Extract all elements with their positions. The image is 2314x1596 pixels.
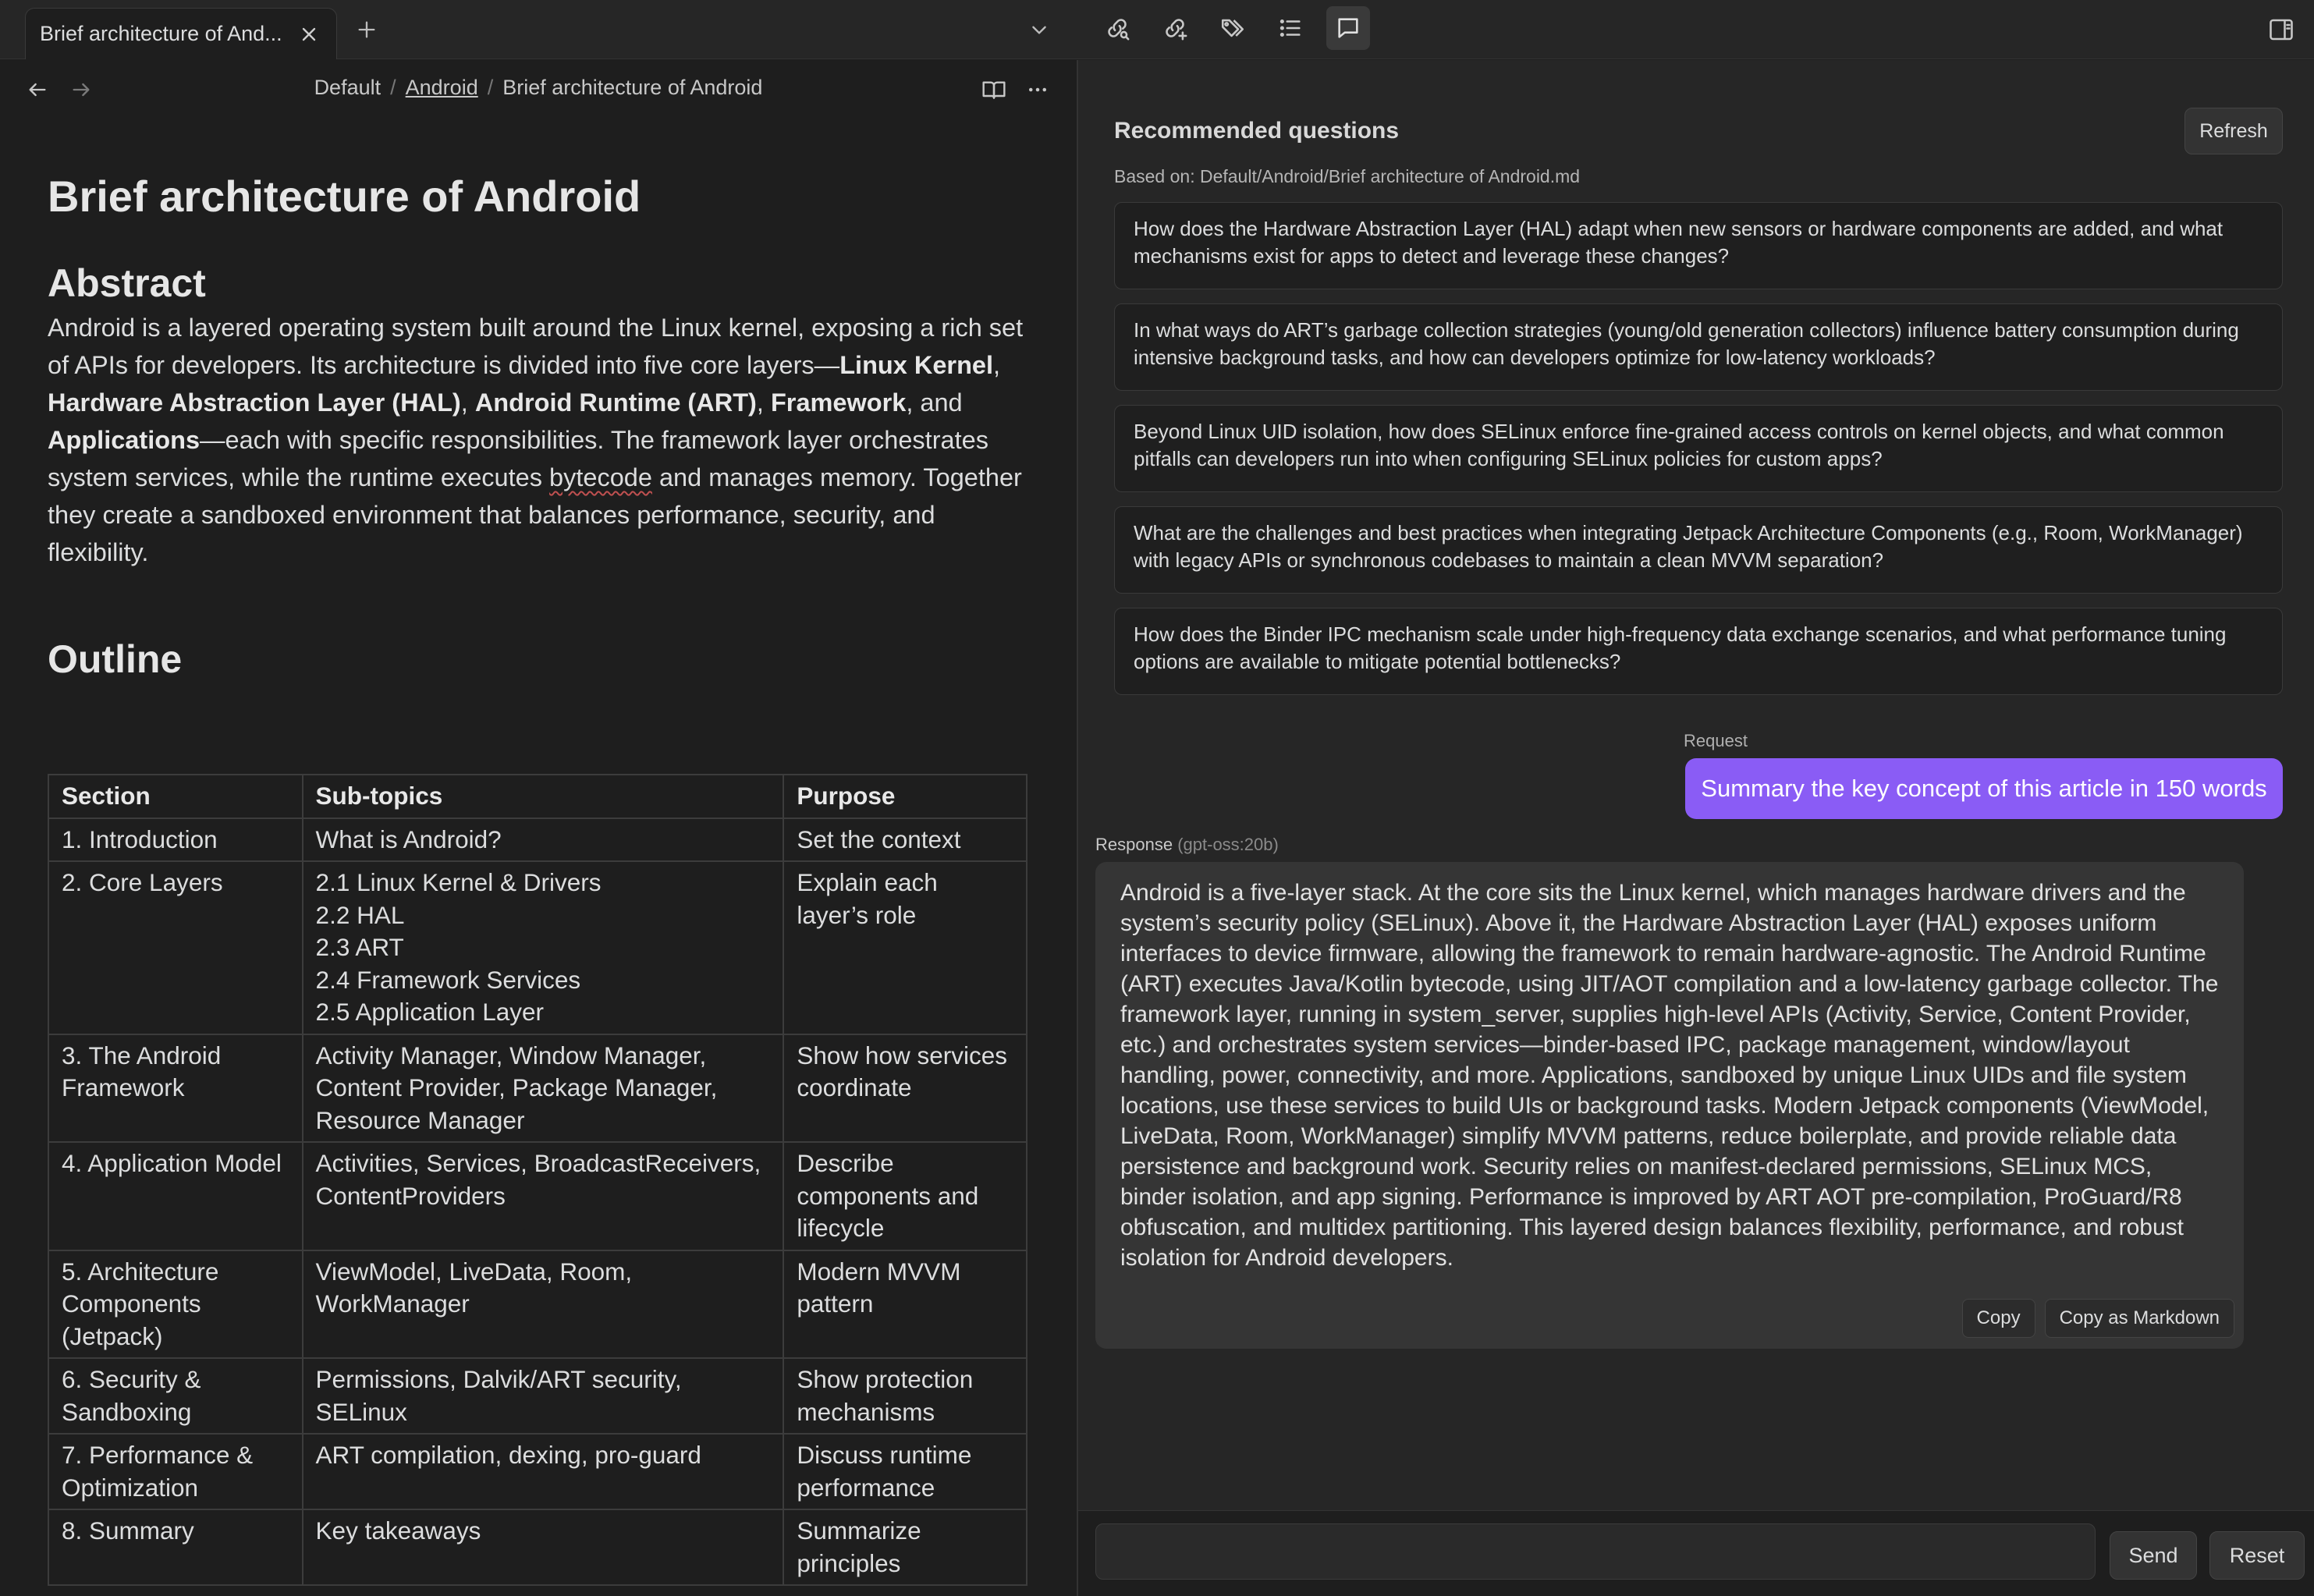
- table-cell: Discuss runtime performance: [783, 1433, 1027, 1510]
- table-header-row: Section Sub-topics Purpose: [48, 774, 1027, 819]
- table-row: 1. Introduction What is Android? Set the c…: [48, 817, 1027, 862]
- table-row: 4. Application Model Activities, Services…: [48, 1141, 1027, 1251]
- table-cell: Key takeaways: [301, 1509, 785, 1586]
- response-actions: Copy Copy as Markdown: [1961, 1299, 2234, 1338]
- breadcrumb-root[interactable]: Default: [314, 76, 382, 99]
- response-label: Response (gpt-oss:20b): [1095, 835, 1279, 855]
- table-cell: Describe components and lifecycle: [783, 1141, 1027, 1251]
- document-body: Brief architecture of Android Abstract A…: [48, 169, 1031, 682]
- table-cell: Show protection mechanisms: [783, 1357, 1027, 1435]
- table-header-cell: Sub-topics: [301, 774, 785, 819]
- tab-bar: Brief architecture of And...: [0, 0, 2314, 59]
- list-icon[interactable]: [1269, 6, 1312, 50]
- table-cell: ViewModel, LiveData, Room, WorkManager: [301, 1249, 785, 1359]
- table-cell: 5. Architecture Components (Jetpack): [48, 1249, 303, 1359]
- abstract-bold-term: Linux Kernel: [839, 351, 994, 379]
- table-cell: Explain each layer’s role: [783, 860, 1027, 1035]
- response-bubble: Android is a five-layer stack. At the co…: [1095, 862, 2244, 1349]
- table-cell: 1. Introduction: [48, 817, 303, 862]
- tags-icon[interactable]: [1211, 6, 1255, 50]
- chat-input-bar: Send Reset: [1078, 1510, 2314, 1596]
- link-search-icon[interactable]: [1095, 6, 1139, 50]
- abstract-paragraph: Android is a layered operating system bu…: [48, 309, 1031, 571]
- table-cell: 3. The Android Framework: [48, 1033, 303, 1143]
- send-button[interactable]: Send: [2110, 1531, 2197, 1580]
- table-cell: Set the context: [783, 817, 1027, 862]
- abstract-bold-term: Framework: [770, 388, 907, 417]
- table-cell: ART compilation, dexing, pro-guard: [301, 1433, 785, 1510]
- request-label: Request: [1684, 731, 1748, 750]
- table-row: 8. Summary Key takeaways Summarize princip…: [48, 1509, 1027, 1586]
- question-list: How does the Hardware Abstraction Layer …: [1114, 202, 2283, 709]
- table-cell: Activity Manager, Window Manager, Conten…: [301, 1033, 785, 1143]
- abstract-text-segment: ,: [460, 388, 475, 417]
- question-card[interactable]: How does the Hardware Abstraction Layer …: [1114, 202, 2283, 289]
- question-card[interactable]: What are the challenges and best practic…: [1114, 506, 2283, 594]
- chat-input[interactable]: [1095, 1523, 2096, 1580]
- table-row: 3. The Android Framework Activity Manager…: [48, 1033, 1027, 1143]
- breadcrumb: Default / Android / Brief architecture of An…: [0, 76, 1077, 100]
- book-open-icon[interactable]: [977, 73, 1011, 107]
- table-cell: 6. Security & Sandboxing: [48, 1357, 303, 1435]
- editor-nav: Default / Android / Brief architecture of An…: [0, 60, 1077, 116]
- table-header-cell: Purpose: [783, 774, 1027, 819]
- question-card[interactable]: How does the Binder IPC mechanism scale …: [1114, 608, 2283, 695]
- table-cell: 8. Summary: [48, 1509, 303, 1586]
- outline-table: Section Sub-topics Purpose 1. Introducti…: [48, 774, 1027, 1586]
- question-card[interactable]: Beyond Linux UID isolation, how does SEL…: [1114, 405, 2283, 492]
- table-row: 5. Architecture Components (Jetpack) View…: [48, 1249, 1027, 1359]
- abstract-text-segment: ,: [756, 388, 771, 417]
- table-cell: Permissions, Dalvik/ART security, SELinu…: [301, 1357, 785, 1435]
- response-model: (gpt-oss:20b): [1177, 835, 1279, 854]
- link-add-icon[interactable]: [1153, 6, 1197, 50]
- request-bubble: Summary the key concept of this article …: [1685, 758, 2283, 819]
- table-row: 6. Security & Sandboxing Permissions, Dal…: [48, 1357, 1027, 1435]
- abstract-text-segment: ,: [993, 351, 1001, 379]
- page-title: Brief architecture of Android: [48, 172, 641, 221]
- breadcrumb-separator: /: [487, 76, 494, 99]
- view-toolbar: [1095, 6, 1370, 50]
- recommended-questions-title: Recommended questions: [1114, 118, 1400, 144]
- copy-button[interactable]: Copy: [1961, 1299, 2035, 1338]
- chevron-down-icon[interactable]: [1024, 14, 1055, 45]
- response-label-text: Response: [1095, 835, 1173, 854]
- response-text: Android is a five-layer stack. At the co…: [1120, 880, 2219, 1271]
- table-cell: Summarize principles: [783, 1509, 1027, 1586]
- table-cell: Show how services coordinate: [783, 1033, 1027, 1143]
- table-row: 7. Performance & Optimization ART compila…: [48, 1433, 1027, 1510]
- close-icon[interactable]: [296, 21, 322, 48]
- table-header-cell: Section: [48, 774, 303, 819]
- abstract-bold-term: Applications: [48, 426, 201, 454]
- outline-heading: Outline: [48, 637, 183, 681]
- table-cell: What is Android?: [301, 817, 785, 862]
- abstract-text-segment: , and: [906, 388, 963, 417]
- sidebar-toggle-icon[interactable]: [2263, 11, 2300, 48]
- abstract-heading: Abstract: [48, 261, 206, 305]
- tab-active[interactable]: Brief architecture of And...: [25, 8, 337, 59]
- chat-icon[interactable]: [1326, 6, 1370, 50]
- breadcrumb-folder[interactable]: Android: [406, 76, 478, 99]
- refresh-button[interactable]: Refresh: [2184, 108, 2283, 154]
- breadcrumb-separator: /: [390, 76, 396, 99]
- editor-pane: Default / Android / Brief architecture of An…: [0, 60, 1077, 1596]
- spellcheck-word[interactable]: bytecode: [549, 463, 652, 491]
- table-cell: 7. Performance & Optimization: [48, 1433, 303, 1510]
- tab-title: Brief architecture of And...: [40, 22, 282, 45]
- reset-button[interactable]: Reset: [2209, 1531, 2305, 1580]
- breadcrumb-current[interactable]: Brief architecture of Android: [502, 76, 762, 99]
- abstract-bold-term: Hardware Abstraction Layer (HAL): [48, 388, 461, 417]
- question-card[interactable]: In what ways do ART’s garbage collection…: [1114, 303, 2283, 391]
- table-row: 2. Core Layers 2.1 Linux Kernel & Drivers…: [48, 860, 1027, 1035]
- based-on-source: Based on: Default/Android/Brief architec…: [1114, 166, 1581, 186]
- table-cell: Modern MVVM pattern: [783, 1249, 1027, 1359]
- chat-panel: Recommended questions Refresh Based on: …: [1078, 60, 2314, 1596]
- table-cell: Activities, Services, BroadcastReceivers…: [301, 1141, 785, 1251]
- table-cell: 2. Core Layers: [48, 860, 303, 1035]
- table-cell: 2.1 Linux Kernel & Drivers 2.2 HAL 2.3 A…: [301, 860, 785, 1035]
- table-cell: 4. Application Model: [48, 1141, 303, 1251]
- plus-icon[interactable]: [351, 14, 382, 45]
- abstract-bold-term: Android Runtime (ART): [474, 388, 757, 417]
- copy-markdown-button[interactable]: Copy as Markdown: [2044, 1299, 2234, 1338]
- more-horizontal-icon[interactable]: [1020, 73, 1055, 107]
